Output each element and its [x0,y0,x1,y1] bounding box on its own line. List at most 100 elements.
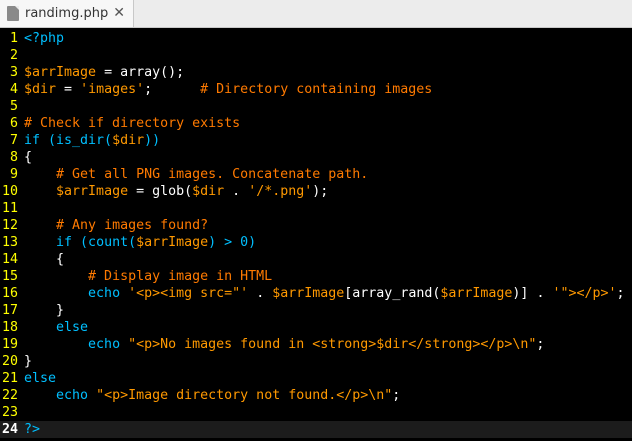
code-line[interactable]: 18 else [0,319,632,336]
code-line[interactable]: 23 [0,404,632,421]
code-token: echo [56,388,89,403]
code-line[interactable]: 19 echo "<p>No images found in <strong>$… [0,336,632,353]
code-token: = [56,82,81,97]
code-token: ; [616,286,625,301]
code-text: $arrImage = glob($dir . '/*.png'); [24,183,328,200]
code-token: $arrImage [56,184,129,199]
code-line[interactable]: 21 else [0,370,632,387]
code-token: $arrImage [136,235,209,250]
code-line[interactable]: 22 echo "<p>Image directory not found.</… [0,387,632,404]
code-text: if (count($arrImage) > 0) [24,234,256,251]
code-token: '<p><img src="' [128,286,249,301]
code-token: ) > 0) [208,235,257,250]
code-line[interactable]: 5 [0,98,632,115]
line-number: 10 [1,184,18,199]
code-text: $arrImage = array(); [24,64,184,81]
line-number: 15 [1,269,18,284]
code-token: echo [88,337,121,352]
code-text: echo "<p>Image directory not found.</p>\… [24,387,400,404]
code-line[interactable]: 6 # Check if directory exists [0,115,632,132]
line-number: 12 [1,218,18,233]
code-token: (count( [72,235,137,250]
code-text: } [24,302,64,319]
code-text: # Any images found? [24,217,208,234]
code-token: <?php [24,31,65,46]
line-number: 4 [9,82,18,97]
code-line[interactable]: 24 ?> [0,421,632,438]
code-line[interactable]: 17 } [0,302,632,319]
code-token: $dir [24,82,57,97]
code-text: # Display image in HTML [24,268,272,285]
code-text: echo '<p><img src="' . $arrImage[array_r… [24,285,625,302]
code-token: } [24,354,33,369]
code-text: else [24,370,56,387]
close-icon[interactable]: ✕ [113,5,125,21]
code-token: ; [144,82,201,97]
line-number: 16 [1,286,18,301]
code-token: . [224,184,249,199]
code-token: if [24,133,41,148]
code-line[interactable]: 3 $arrImage = array(); [0,64,632,81]
code-text: $dir = 'images'; # Directory containing … [24,81,432,98]
code-token: else [56,320,89,335]
code-token: $arrImage [440,286,513,301]
code-line[interactable]: 15 # Display image in HTML [0,268,632,285]
code-token: = array(); [96,65,185,80]
code-line[interactable]: 16 echo '<p><img src="' . $arrImage[arra… [0,285,632,302]
code-line[interactable]: 12 # Any images found? [0,217,632,234]
code-token: ); [312,184,329,199]
code-line[interactable]: 13 if (count($arrImage) > 0) [0,234,632,251]
code-text: echo "<p>No images found in <strong>$dir… [24,336,544,353]
tab-randimg-php[interactable]: randimg.php ✕ [0,0,134,27]
code-line[interactable]: 10 $arrImage = glob($dir . '/*.png'); [0,183,632,200]
code-line[interactable]: 7 if (is_dir($dir)) [0,132,632,149]
code-text: <?php [24,30,64,47]
code-text: else [24,319,88,336]
code-line[interactable]: 9 # Get all PNG images. Concatenate path… [0,166,632,183]
code-line[interactable]: 4 $dir = 'images'; # Directory containing… [0,81,632,98]
code-token: if [56,235,73,250]
code-line[interactable]: 14 { [0,251,632,268]
code-token: "<p>No images found in <strong> [128,337,377,352]
code-token: 'images' [80,82,145,97]
code-token: )) [144,133,161,148]
line-number: 14 [1,252,18,267]
tab-bar: randimg.php ✕ [0,0,632,28]
code-line[interactable]: 20} [0,353,632,370]
line-number: 3 [9,65,18,80]
code-token: '/*.png' [248,184,313,199]
code-token: (is_dir( [40,133,113,148]
code-token: { [24,150,33,165]
code-token: ?> [24,422,41,437]
code-line[interactable]: 1 <?php [0,30,632,47]
code-line[interactable]: 8{ [0,149,632,166]
code-token: $dir [112,133,145,148]
line-number: 8 [9,150,18,165]
code-token: [array_rand( [344,286,441,301]
code-text: { [24,251,64,268]
code-token: = glob( [128,184,193,199]
code-token: else [24,371,57,386]
code-token: echo [88,286,121,301]
code-token: $dir [376,337,409,352]
code-token: ; [536,337,545,352]
line-number: 20 [1,354,18,369]
code-line[interactable]: 2 [0,47,632,64]
line-number: 17 [1,303,18,318]
code-text: # Check if directory exists [24,115,240,132]
code-token: ; [392,388,401,403]
line-number: 6 [9,116,18,131]
code-text: ?> [24,421,40,438]
line-number: 1 [9,31,18,46]
code-line[interactable]: 11 [0,200,632,217]
code-editor[interactable]: 1 <?php 2 3 $arrImage = array(); 4 $dir = 'ima… [0,28,632,441]
